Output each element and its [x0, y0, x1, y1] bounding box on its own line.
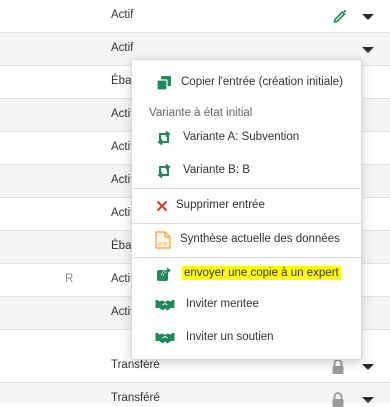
variant-a-label: Variante A: Subvention: [183, 131, 300, 143]
chevron-down-icon[interactable]: [362, 14, 374, 20]
menu-divider: [132, 257, 361, 258]
invite-support-item[interactable]: Inviter un soutien: [132, 323, 361, 353]
chevron-down-icon[interactable]: [362, 47, 374, 53]
status-cell: Actif: [111, 42, 134, 54]
chevron-down-icon[interactable]: [362, 397, 374, 403]
variant-arrows-icon: [157, 130, 171, 146]
invite-mentee-label: Inviter mentee: [186, 298, 259, 310]
lock-icon: [332, 392, 344, 407]
highlight-mark: envoyer une copie à un expert: [182, 266, 341, 280]
delete-entry-item[interactable]: Supprimer entrée: [132, 191, 361, 221]
menu-divider: [132, 188, 361, 189]
chevron-down-icon[interactable]: [362, 364, 374, 370]
close-icon: [156, 200, 168, 212]
invite-support-label: Inviter un soutien: [186, 331, 274, 343]
data-summary-item[interactable]: PDF Synthèse actuelle des données: [132, 225, 361, 255]
table-row: Transféré: [0, 383, 390, 407]
handshake-icon: [155, 300, 175, 311]
pencil-icon[interactable]: [333, 9, 347, 23]
send-copy-expert-item[interactable]: envoyer une copie à un expert: [132, 259, 361, 289]
menu-divider: [132, 223, 361, 224]
data-summary-label: Synthèse actuelle des données: [180, 233, 340, 245]
variant-section-label: Variante à état initial: [149, 107, 253, 119]
r-cell: R: [65, 273, 74, 285]
status-cell: Transféré: [111, 392, 160, 404]
pdf-file-icon: PDF: [155, 231, 171, 249]
variant-arrows-icon: [157, 163, 171, 179]
lock-icon: [332, 359, 344, 374]
variant-b-item[interactable]: Variante B: B: [132, 156, 361, 186]
copy-icon: [156, 76, 171, 91]
status-cell: Actif: [111, 9, 134, 21]
status-cell: Transféré: [111, 359, 160, 371]
invite-mentee-item[interactable]: Inviter mentee: [132, 290, 361, 320]
send-copy-expert-label: envoyer une copie à un expert: [182, 266, 341, 280]
copy-entry-label: Copier l'entrée (création initiale): [181, 76, 343, 88]
share-export-icon: [157, 267, 171, 281]
variant-a-item[interactable]: Variante A: Subvention: [132, 123, 361, 153]
copy-entry-item[interactable]: Copier l'entrée (création initiale): [132, 68, 361, 98]
table-row: Actif: [0, 0, 390, 33]
variant-b-label: Variante B: B: [183, 164, 250, 176]
delete-entry-label: Supprimer entrée: [176, 199, 265, 211]
handshake-icon: [155, 333, 175, 344]
svg-text:PDF: PDF: [158, 242, 168, 248]
row-actions-menu: Copier l'entrée (création initiale) Vari…: [131, 59, 362, 360]
